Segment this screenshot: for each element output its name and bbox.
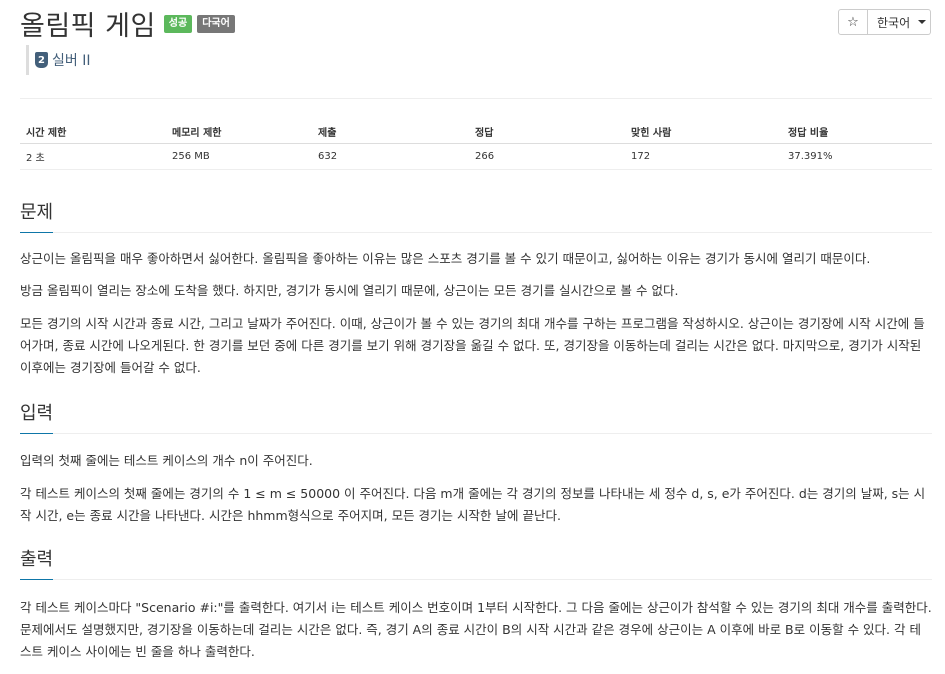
section-title: 문제 <box>20 198 54 233</box>
table-cell: 256 MB <box>166 143 312 170</box>
table-cell[interactable]: 266 <box>469 143 625 170</box>
input-section-header: 입력 <box>20 399 932 434</box>
tier-info: 2 실버 II <box>26 45 90 75</box>
tier-label: 실버 II <box>52 53 91 69</box>
divider <box>20 98 932 99</box>
table-header: 정답 비율 <box>782 119 932 144</box>
problem-title: 올림픽 게임 <box>20 11 156 42</box>
input-paragraph: 각 테스트 케이스의 첫째 줄에는 경기의 수 1 ≤ m ≤ 50000 이 … <box>20 486 926 523</box>
problem-info-table: 시간 제한 메모리 제한 제출 정답 맞힌 사람 정답 비율 2 초 256 M… <box>20 119 932 170</box>
table-cell[interactable]: 172 <box>625 143 782 170</box>
problem-header: 올림픽 게임 성공 다국어 <box>20 4 235 43</box>
output-paragraph: 각 테스트 케이스마다 "Scenario #i:"를 출력한다. 여기서 i는… <box>20 600 932 659</box>
table-cell: 37.391% <box>782 143 932 170</box>
description-paragraph: 방금 올림픽이 열리는 장소에 도착을 했다. 하지만, 경기가 동시에 열리기… <box>20 283 679 298</box>
table-header: 시간 제한 <box>20 119 166 144</box>
problem-toolbar: ☆ 한국어 <box>838 9 931 35</box>
table-row: 2 초 256 MB 632 266 172 37.391% <box>20 143 932 170</box>
language-badge[interactable]: 다국어 <box>197 14 235 33</box>
star-icon: ☆ <box>847 14 859 30</box>
description-section-header: 문제 <box>20 198 932 233</box>
table-cell[interactable]: 632 <box>312 143 469 170</box>
table-header: 정답 <box>469 119 625 144</box>
status-badge[interactable]: 성공 <box>163 14 193 33</box>
language-dropdown-label: 한국어 <box>877 15 911 30</box>
output-section-header: 출력 <box>20 545 932 580</box>
section-title: 출력 <box>20 545 54 580</box>
table-cell: 2 초 <box>20 143 166 170</box>
chevron-down-icon <box>918 20 927 24</box>
tier-icon[interactable]: 2 <box>35 52 48 68</box>
table-header-row: 시간 제한 메모리 제한 제출 정답 맞힌 사람 정답 비율 <box>20 119 932 144</box>
favorite-button[interactable]: ☆ <box>838 9 868 35</box>
description-paragraph: 상근이는 올림픽을 매우 좋아하면서 싫어한다. 올림픽을 좋아하는 이유는 많… <box>20 251 871 266</box>
section-title: 입력 <box>20 399 54 434</box>
language-dropdown[interactable]: 한국어 <box>868 9 931 35</box>
table-header: 맞힌 사람 <box>625 119 782 144</box>
table-header: 제출 <box>312 119 469 144</box>
table-header: 메모리 제한 <box>166 119 312 144</box>
description-paragraph: 모든 경기의 시작 시간과 종료 시간, 그리고 날짜가 주어진다. 이때, 상… <box>20 316 925 375</box>
input-paragraph: 입력의 첫째 줄에는 테스트 케이스의 개수 n이 주어진다. <box>20 453 313 468</box>
